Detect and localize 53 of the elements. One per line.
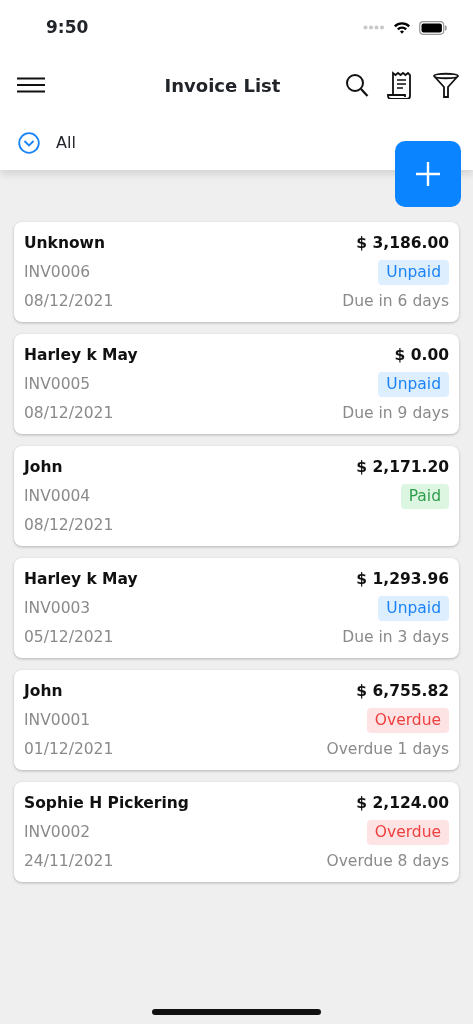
invoice-date: 24/11/2021	[24, 850, 114, 872]
search-icon[interactable]	[345, 72, 369, 98]
status-tag: Paid	[400, 483, 449, 510]
invoice-card[interactable]: John $ 6,755.82 INV0001 Overdue 01/12/2021 Overdue 1 days	[14, 670, 459, 770]
battery-icon	[419, 20, 447, 35]
customer-name: Sophie H Pickering	[24, 792, 189, 814]
due-text: Due in 3 days	[342, 626, 449, 648]
signal-icon	[363, 25, 385, 30]
customer-name: Harley k May	[24, 344, 138, 366]
invoice-date: 01/12/2021	[24, 738, 114, 760]
invoice-number: INV0004	[24, 485, 91, 507]
status-tag: Unpaid	[378, 259, 449, 286]
status-time: 9:50	[46, 15, 89, 39]
filter-label[interactable]: All	[56, 130, 76, 155]
filter-icon[interactable]	[433, 71, 459, 99]
invoice-card[interactable]: John $ 2,171.20 INV0004 Paid 08/12/2021	[14, 446, 459, 546]
add-button[interactable]	[395, 141, 461, 207]
status-tag: Unpaid	[378, 371, 449, 398]
invoice-amount: $ 0.00	[394, 344, 449, 366]
invoice-card[interactable]: Harley k May $ 1,293.96 INV0003 Unpaid 05/12/2021 Due in 3 days	[14, 558, 459, 658]
invoice-card[interactable]: Sophie H Pickering $ 2,124.00 INV0002 Overdue 24/11/2021 Overdue 8 days	[14, 782, 459, 882]
invoice-date: 08/12/2021	[24, 402, 114, 424]
status-tag: Overdue	[366, 819, 449, 846]
invoice-number: INV0006	[24, 261, 91, 283]
invoice-number: INV0002	[24, 821, 91, 843]
customer-name: Unknown	[24, 232, 105, 254]
invoice-card[interactable]: Unknown $ 3,186.00 INV0006 Unpaid 08/12/2021 Due in 6 days	[14, 222, 459, 322]
invoice-date: 05/12/2021	[24, 626, 114, 648]
invoice-amount: $ 6,755.82	[356, 680, 449, 702]
invoice-number: INV0003	[24, 597, 91, 619]
invoice-number: INV0005	[24, 373, 91, 395]
due-text: Overdue 8 days	[326, 850, 449, 872]
menu-icon[interactable]	[16, 77, 46, 93]
invoice-amount: $ 2,124.00	[356, 792, 449, 814]
plus-icon	[415, 161, 441, 187]
status-tag: Unpaid	[378, 595, 449, 622]
due-text: Due in 6 days	[342, 290, 449, 312]
invoice-number: INV0001	[24, 709, 91, 731]
invoice-date: 08/12/2021	[24, 290, 114, 312]
page-title: Invoice List	[164, 74, 281, 96]
due-text: Overdue 1 days	[326, 738, 449, 760]
due-text: Due in 9 days	[342, 402, 449, 424]
customer-name: John	[24, 456, 63, 478]
invoice-amount: $ 3,186.00	[356, 232, 449, 254]
invoice-amount: $ 1,293.96	[356, 568, 449, 590]
wifi-icon	[393, 21, 411, 34]
invoice-amount: $ 2,171.20	[356, 456, 449, 478]
invoice-date: 08/12/2021	[24, 514, 114, 536]
status-tag: Overdue	[366, 707, 449, 734]
dropdown-icon[interactable]	[18, 131, 40, 154]
customer-name: Harley k May	[24, 568, 138, 590]
customer-name: John	[24, 680, 63, 702]
invoice-card[interactable]: Harley k May $ 0.00 INV0005 Unpaid 08/12/2021 Due in 9 days	[14, 334, 459, 434]
